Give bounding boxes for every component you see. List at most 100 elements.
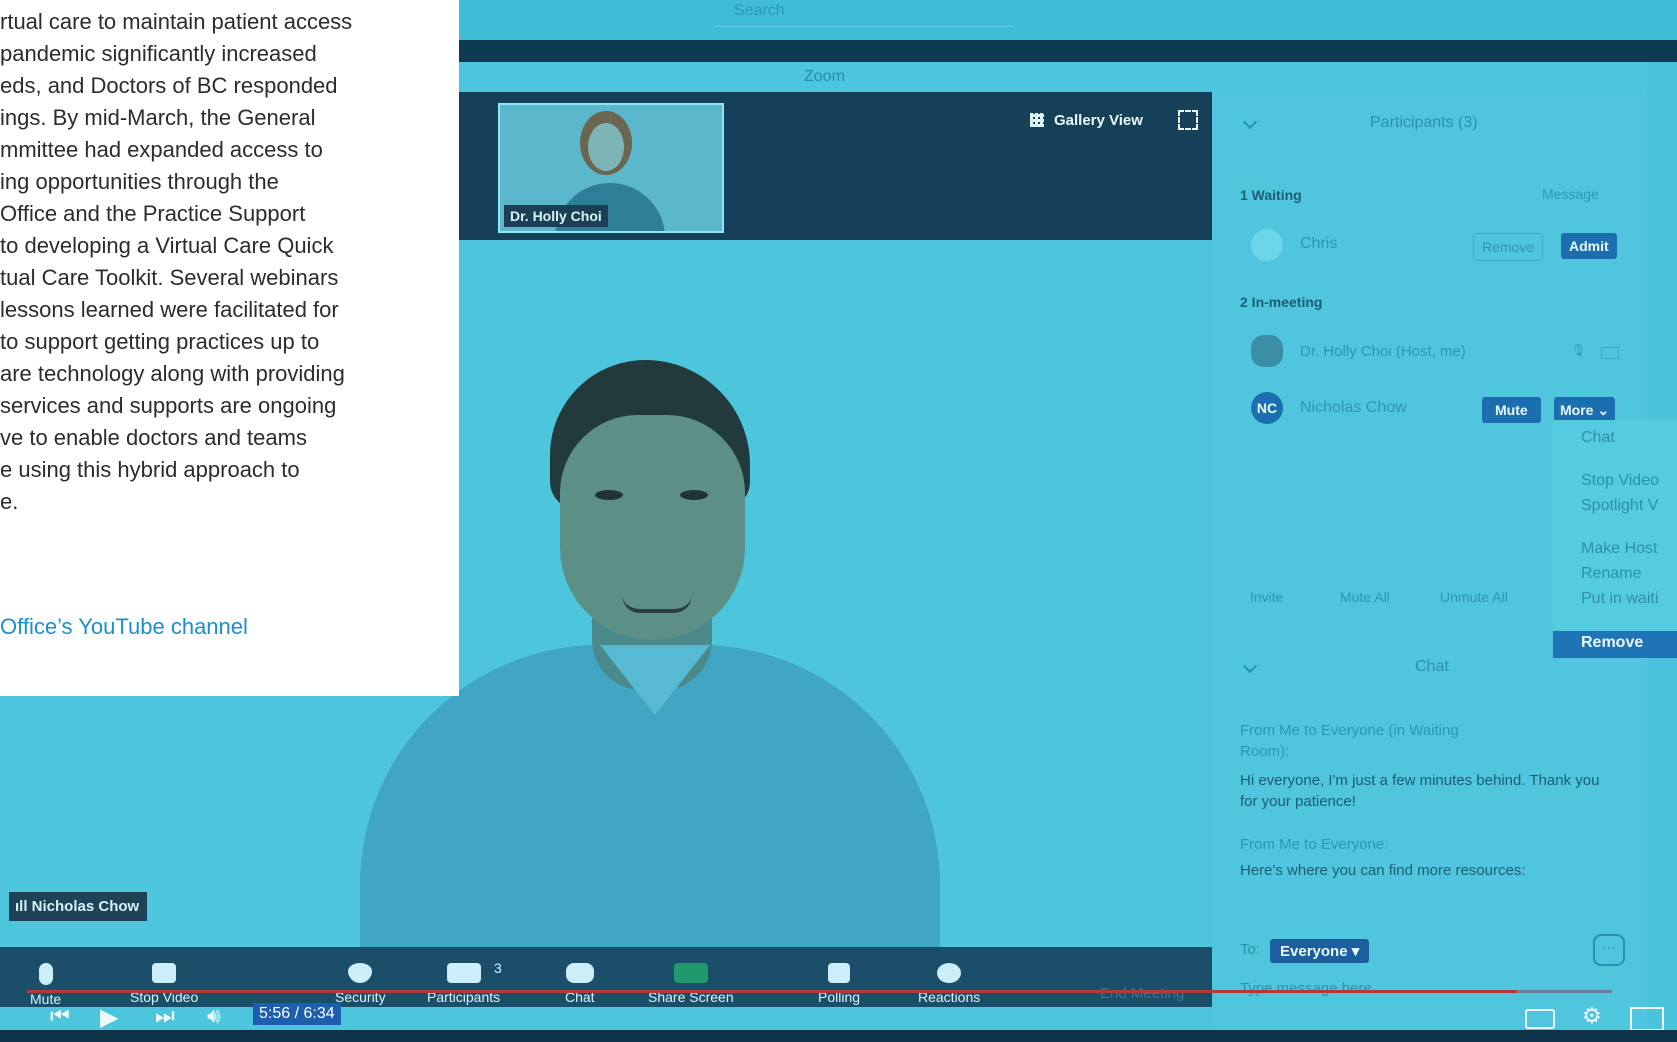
article-line: lessons learned were facilitated for [0, 297, 339, 322]
chat-meta: From Me to Everyone: [1240, 836, 1389, 853]
host-video-icon [1601, 347, 1619, 359]
speaker-name-badge: ıll Nicholas Chow [9, 892, 148, 921]
invite-button[interactable]: Invite [1250, 589, 1283, 605]
message-waiting-link[interactable]: Message [1542, 186, 1599, 202]
host-mic-icon: 🎙 [1571, 343, 1587, 357]
guest-name: Nicholas Chow [1300, 399, 1407, 416]
search-label: Search [734, 2, 785, 19]
participants-button[interactable]: Participants [427, 963, 500, 1005]
host-name: Dr. Holly Choi (Host, me) [1300, 343, 1466, 360]
article-line: ings. By mid-March, the General [0, 105, 316, 130]
chat-options-button[interactable]: ··· [1593, 934, 1625, 966]
chat-message: Hi everyone, I'm just a few minutes behi… [1240, 772, 1600, 810]
share-screen-icon [673, 963, 708, 983]
chat-button[interactable]: Chat [565, 963, 595, 1005]
article-line: rtual care to maintain patient access [0, 9, 353, 34]
security-button[interactable]: Security [335, 963, 386, 1005]
bar-chart-icon [828, 963, 851, 983]
recipient-dropdown[interactable]: Everyone ▾ [1270, 939, 1370, 963]
chat-input[interactable]: Type message here... [1240, 980, 1384, 997]
avatar [1251, 229, 1283, 261]
avatar: NC [1251, 392, 1283, 424]
gallery-view-button[interactable]: Gallery View [1030, 112, 1143, 129]
progress-bar[interactable] [27, 990, 1612, 993]
miniplayer-icon[interactable] [1630, 1007, 1664, 1031]
more-label: More [1560, 402, 1594, 418]
article-line: Office and the Practice Support [0, 201, 306, 226]
in-meeting-header: 2 In-meeting [1240, 294, 1323, 310]
menu-item-make-host[interactable]: Make Host [1581, 540, 1657, 558]
chevron-down-icon: ⌄ [1597, 402, 1610, 418]
polling-button[interactable]: Polling [818, 963, 860, 1005]
youtube-channel-link[interactable]: Office’s YouTube channel [0, 614, 248, 640]
article-line: are technology along with providing [0, 361, 345, 386]
mute-guest-button[interactable]: Mute [1482, 397, 1541, 423]
article-line: to developing a Virtual Care Quick [0, 233, 334, 258]
participants-count: 3 [494, 960, 502, 976]
shield-icon [348, 963, 373, 983]
captions-icon[interactable] [1525, 1009, 1555, 1029]
article-card: rtual care to maintain patient access pan… [0, 0, 459, 696]
speaker-mouth [622, 595, 692, 613]
menu-item-remove[interactable]: Remove [1553, 631, 1677, 658]
mute-all-button[interactable]: Mute All [1340, 589, 1390, 605]
gallery-view-label: Gallery View [1054, 112, 1143, 129]
bottom-edge [0, 1030, 1677, 1042]
window-divider [459, 40, 1677, 62]
thumbnail-face [588, 123, 624, 171]
more-menu: Chat Stop Video Spotlight V Make Host Re… [1553, 420, 1677, 658]
avatar [1251, 335, 1283, 367]
previous-icon[interactable]: ⏮ [50, 1003, 70, 1029]
zoom-titlebar: Zoom [459, 62, 1647, 92]
article-line: eds, and Doctors of BC responded [0, 73, 338, 98]
next-icon[interactable]: ⏭ [155, 1003, 175, 1029]
thumbnail-name: Dr. Holly Choi [504, 205, 608, 227]
menu-item-chat[interactable]: Chat [1581, 429, 1615, 447]
article-line: services and supports are ongoing [0, 393, 337, 418]
chat-meta: From Me to Everyone (in Waiting Room): [1240, 722, 1459, 760]
to-label: To: [1240, 941, 1261, 958]
article-line: ing opportunities through the [0, 169, 279, 194]
article-line: tual Care Toolkit. Several webinars [0, 265, 339, 290]
chat-bubble-icon [565, 963, 594, 983]
emoji-icon [937, 963, 962, 983]
article-line: ve to enable doctors and teams [0, 425, 307, 450]
mute-button[interactable]: Mute [30, 963, 61, 1007]
speaker-name: Nicholas Chow [31, 898, 140, 915]
progress-fill [27, 990, 1517, 993]
people-icon [446, 963, 481, 983]
speaker-eye-right [680, 490, 708, 500]
gear-icon[interactable]: ⚙ [1582, 1003, 1602, 1029]
waiting-person-name: Chris [1300, 235, 1338, 252]
chat-title: Chat [1415, 658, 1449, 675]
recipient-label: Everyone [1280, 943, 1348, 960]
menu-item-rename[interactable]: Rename [1581, 565, 1641, 583]
end-meeting-button[interactable]: End Meeting [1100, 985, 1184, 1002]
fullscreen-icon[interactable] [1178, 110, 1198, 130]
time-display: 5:56 / 6:34 [253, 1003, 341, 1025]
microphone-icon [38, 963, 53, 985]
volume-icon[interactable]: 🔊︎ [207, 1003, 221, 1029]
waiting-header: 1 Waiting [1240, 187, 1302, 203]
video-screen[interactable]: Search Zoom Dr. Holly Choi Gallery View … [0, 0, 1677, 1042]
participants-title: Participants (3) [1370, 114, 1478, 131]
window-title: Zoom [804, 68, 845, 85]
menu-item-waiting-room[interactable]: Put in waiti [1581, 590, 1658, 608]
article-line: e. [0, 489, 19, 514]
stop-video-button[interactable]: Stop Video [130, 963, 198, 1005]
remove-button[interactable]: Remove [1473, 233, 1544, 261]
play-icon[interactable]: ▶ [100, 1003, 118, 1032]
admit-button[interactable]: Admit [1561, 233, 1617, 259]
menu-item-stop-video[interactable]: Stop Video [1581, 472, 1659, 490]
speaker-eye-left [595, 490, 623, 500]
unmute-all-button[interactable]: Unmute All [1440, 589, 1508, 605]
menu-item-spotlight[interactable]: Spotlight V [1581, 497, 1658, 515]
article-paragraph: rtual care to maintain patient access pan… [0, 6, 459, 518]
article-line: e using this hybrid approach to [0, 457, 300, 482]
search-field[interactable]: Search [714, 0, 1014, 27]
share-screen-button[interactable]: Share Screen [648, 963, 734, 1005]
browser-strip: Search [459, 0, 1677, 40]
participant-thumbnail[interactable]: Dr. Holly Choi [498, 103, 724, 233]
signal-icon: ıll [15, 898, 32, 915]
reactions-button[interactable]: Reactions [918, 963, 980, 1005]
